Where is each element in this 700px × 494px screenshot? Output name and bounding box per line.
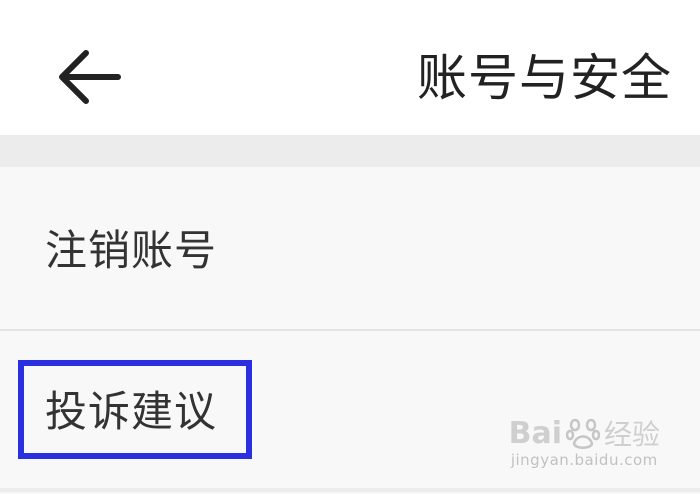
- baidu-jingyan-watermark: Bai 经验 jingyan.baidu.com: [508, 413, 660, 470]
- section-separator: [0, 135, 700, 167]
- watermark-url: jingyan.baidu.com: [510, 451, 658, 469]
- bottom-divider: [0, 488, 700, 492]
- list-item-label: 注销账号: [45, 226, 218, 275]
- list-item-cancel-account[interactable]: 注销账号: [0, 167, 700, 329]
- top-app-bar: 账号与安全: [0, 0, 700, 135]
- list-item-label: 投诉建议: [45, 387, 218, 436]
- watermark-brand: Bai: [508, 415, 562, 451]
- paw-icon: [565, 416, 600, 450]
- back-button[interactable]: [48, 40, 132, 114]
- arrow-left-icon: [59, 50, 121, 104]
- page-title: 账号与安全: [417, 49, 672, 107]
- watermark-suffix: 经验: [603, 418, 660, 451]
